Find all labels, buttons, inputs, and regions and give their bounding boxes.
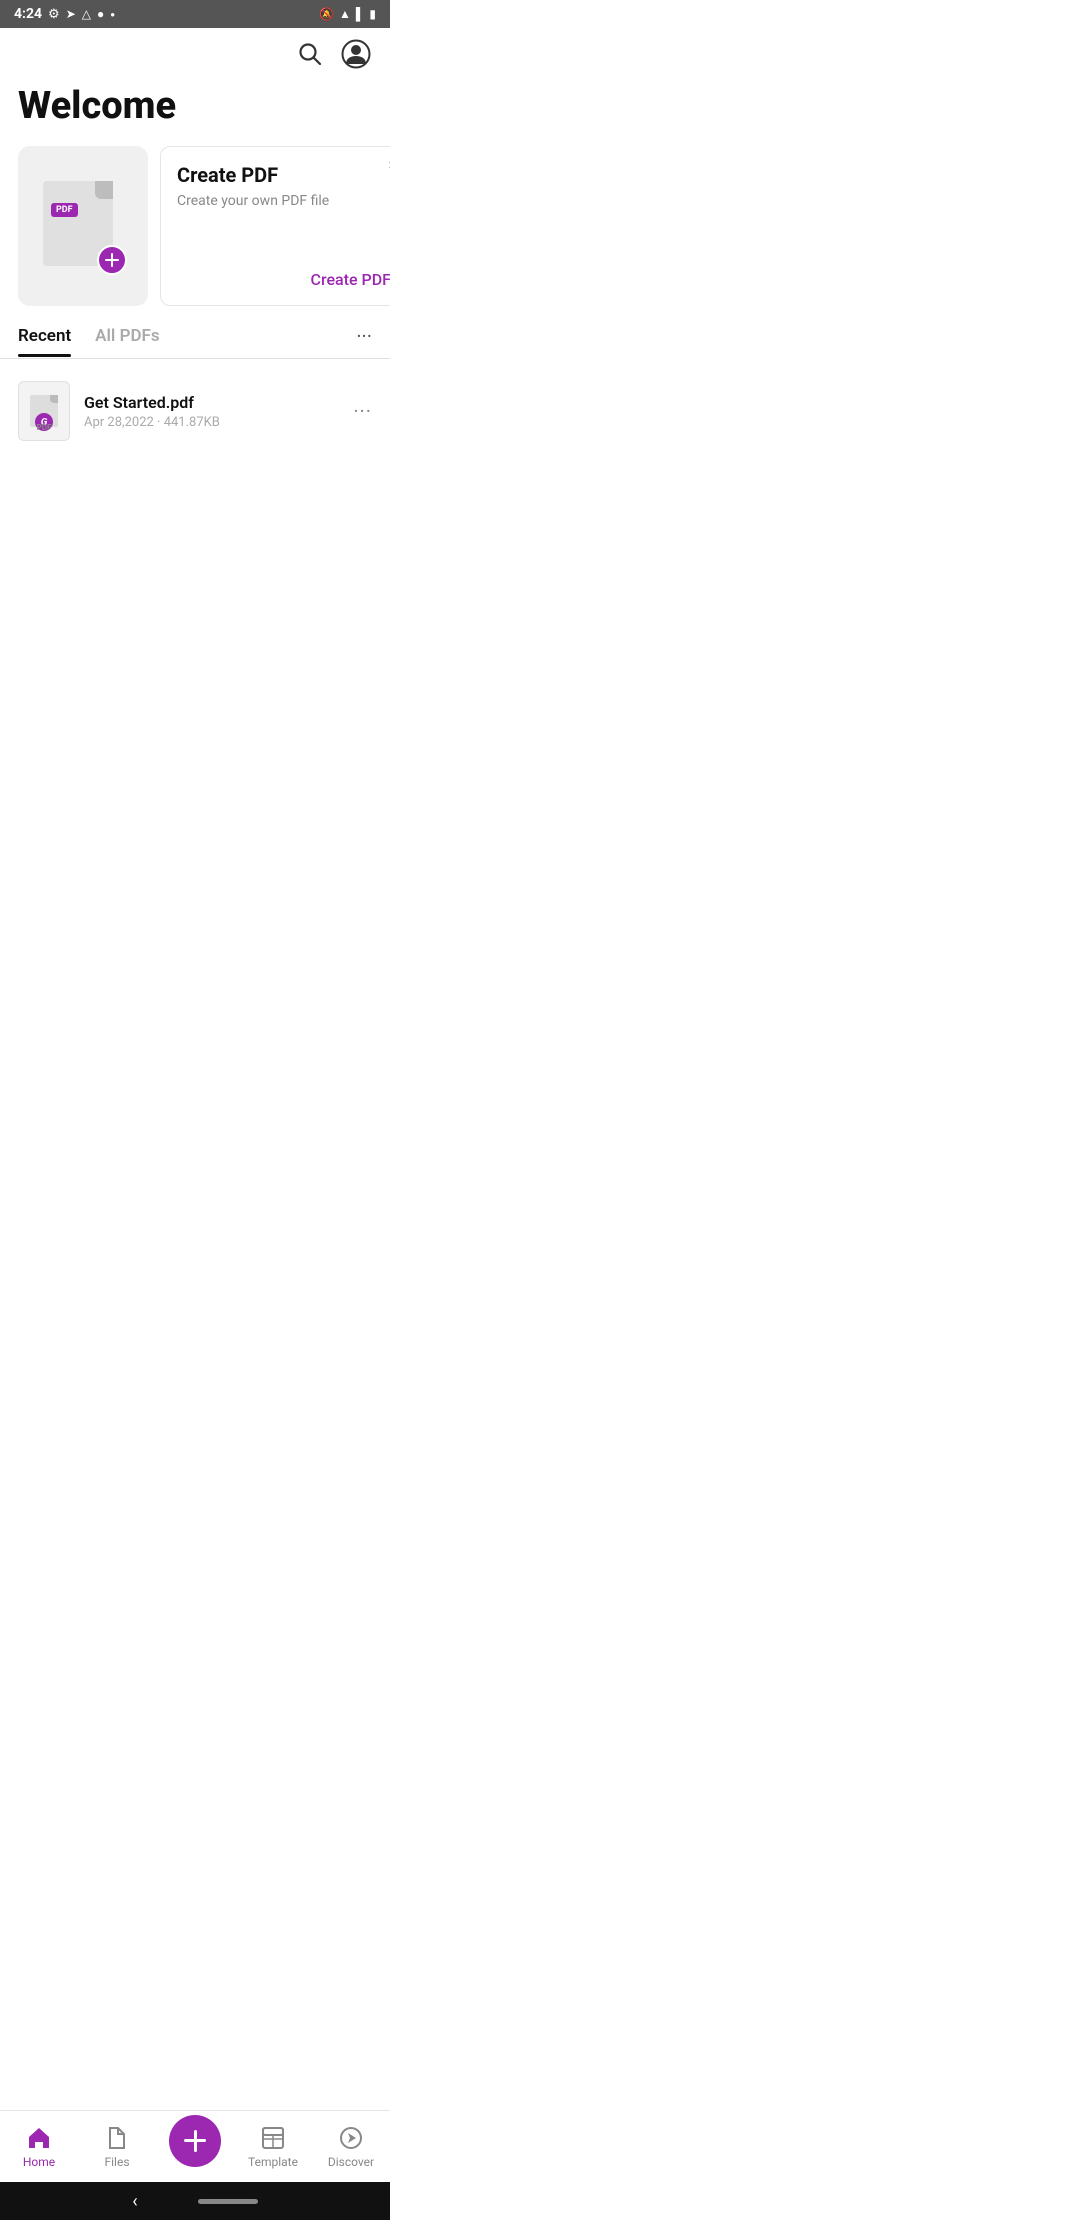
back-button[interactable]: ‹ <box>132 2191 137 2212</box>
file-more-button[interactable]: ··· <box>353 399 372 423</box>
file-date: Apr 28,2022 <box>84 415 154 430</box>
discover-icon <box>338 2125 364 2151</box>
nav-item-discover[interactable]: Discover <box>312 2125 390 2169</box>
create-pdf-card[interactable]: PDF <box>18 146 148 306</box>
pdf-badge: PDF <box>51 203 78 217</box>
profile-button[interactable] <box>340 38 372 70</box>
status-time: 4:24 <box>14 6 42 22</box>
signal-icon: ▌ <box>356 7 365 21</box>
nav-label-home: Home <box>23 2155 55 2169</box>
send-outline-icon: △ <box>82 7 91 21</box>
files-icon <box>104 2125 130 2151</box>
plus-circle-icon <box>97 245 127 275</box>
header-bar <box>0 28 390 80</box>
nav-label-files: Files <box>104 2155 129 2169</box>
nav-label-template: Template <box>248 2155 298 2169</box>
nav-item-home[interactable]: Home <box>0 2125 78 2169</box>
file-name: Get Started.pdf <box>84 393 339 412</box>
file-info: Get Started.pdf Apr 28,2022 · 441.87KB <box>84 393 339 430</box>
search-button[interactable] <box>294 38 326 70</box>
file-type-label: PDF <box>37 423 52 432</box>
tabs-area: Recent All PDFs ··· <box>0 306 390 359</box>
tabs-more-button[interactable]: ··· <box>356 324 372 358</box>
nav-item-template[interactable]: Template <box>234 2125 312 2169</box>
system-nav-bar: ‹ <box>0 2182 390 2220</box>
popup-close-button[interactable]: × <box>388 157 390 173</box>
create-pdf-popup: × Create PDF Create your own PDF file Cr… <box>160 146 390 306</box>
plus-nav-button[interactable] <box>169 2115 221 2167</box>
nav-label-discover: Discover <box>328 2155 374 2169</box>
file-meta-sep: · <box>157 415 160 430</box>
send-icon: ➤ <box>66 7 76 21</box>
bottom-nav: Home Files Template <box>0 2110 390 2182</box>
file-size: 441.87KB <box>164 415 220 430</box>
popup-action-button[interactable]: Create PDF <box>177 270 390 289</box>
file-meta: Apr 28,2022 · 441.87KB <box>84 415 339 430</box>
template-icon <box>260 2125 286 2151</box>
wifi-icon: ▲ <box>339 7 351 21</box>
nav-item-files[interactable]: Files <box>78 2125 156 2169</box>
pdf-create-icon: PDF <box>43 181 123 271</box>
status-bar: 4:24 ⚙ ➤ △ ● ● 🔕 ▲ ▌ ▮ <box>0 0 390 28</box>
dot-icon: ● <box>110 10 115 19</box>
bell-off-icon: 🔕 <box>319 7 334 21</box>
carousel-area: PDF × Create PDF Create your own PDF fil… <box>0 146 390 306</box>
file-icon-wrap: G PDF <box>18 381 70 441</box>
home-pill[interactable] <box>198 2199 258 2204</box>
popup-description: Create your own PDF file <box>177 193 390 262</box>
tab-all-pdfs[interactable]: All PDFs <box>95 326 159 356</box>
nav-item-plus[interactable] <box>156 2127 234 2167</box>
table-row[interactable]: G PDF Get Started.pdf Apr 28,2022 · 441.… <box>18 369 372 453</box>
whatsapp-icon: ● <box>97 7 104 21</box>
battery-icon: ▮ <box>369 7 376 21</box>
file-list: G PDF Get Started.pdf Apr 28,2022 · 441.… <box>0 359 390 463</box>
popup-title: Create PDF <box>177 163 390 187</box>
settings-icon: ⚙ <box>48 7 60 22</box>
home-icon <box>26 2125 52 2151</box>
tab-recent[interactable]: Recent <box>18 326 71 356</box>
page-title: Welcome <box>0 80 390 146</box>
